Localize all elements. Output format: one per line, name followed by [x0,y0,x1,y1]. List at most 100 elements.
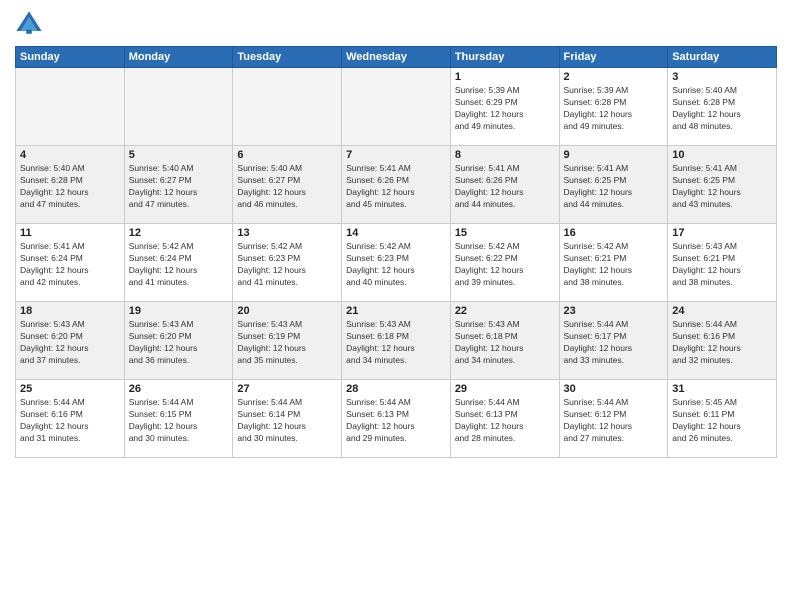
weekday-header-sunday: Sunday [16,47,125,68]
calendar-cell: 20Sunrise: 5:43 AM Sunset: 6:19 PM Dayli… [233,302,342,380]
day-number: 11 [20,227,120,239]
weekday-header-monday: Monday [124,47,233,68]
day-info: Sunrise: 5:43 AM Sunset: 6:20 PM Dayligh… [129,319,229,367]
day-info: Sunrise: 5:41 AM Sunset: 6:25 PM Dayligh… [672,163,772,211]
calendar-cell: 21Sunrise: 5:43 AM Sunset: 6:18 PM Dayli… [342,302,451,380]
day-info: Sunrise: 5:42 AM Sunset: 6:23 PM Dayligh… [237,241,337,289]
day-number: 23 [564,305,664,317]
calendar-cell [124,68,233,146]
day-info: Sunrise: 5:39 AM Sunset: 6:28 PM Dayligh… [564,85,664,133]
day-number: 9 [564,149,664,161]
day-number: 24 [672,305,772,317]
day-number: 13 [237,227,337,239]
day-info: Sunrise: 5:41 AM Sunset: 6:26 PM Dayligh… [346,163,446,211]
calendar-cell: 30Sunrise: 5:44 AM Sunset: 6:12 PM Dayli… [559,380,668,458]
calendar-cell: 15 Sunrise: 5:42 AM Sunset: 6:22 PM Dayli… [450,224,559,302]
calendar-cell [16,68,125,146]
calendar-cell: 27Sunrise: 5:44 AM Sunset: 6:14 PM Dayli… [233,380,342,458]
day-info: Sunrise: 5:44 AM Sunset: 6:13 PM Dayligh… [346,397,446,445]
calendar-cell: 29Sunrise: 5:44 AM Sunset: 6:13 PM Dayli… [450,380,559,458]
calendar-cell: 26 Sunrise: 5:44 AM Sunset: 6:15 PM Dayli… [124,380,233,458]
calendar-cell: 23 Sunrise: 5:44 AM Sunset: 6:17 PM Dayli… [559,302,668,380]
weekday-header-tuesday: Tuesday [233,47,342,68]
weekday-header-row: SundayMondayTuesdayWednesdayThursdayFrid… [16,47,777,68]
day-number: 4 [20,149,120,161]
week-row-2: 11Sunrise: 5:41 AM Sunset: 6:24 PM Dayli… [16,224,777,302]
day-number: 26 [129,383,229,395]
calendar-cell: 16 Sunrise: 5:42 AM Sunset: 6:21 PM Dayli… [559,224,668,302]
day-number: 2 [564,71,664,83]
calendar-cell: 14 Sunrise: 5:42 AM Sunset: 6:23 PM Dayli… [342,224,451,302]
day-number: 20 [237,305,337,317]
week-row-4: 25Sunrise: 5:44 AM Sunset: 6:16 PM Dayli… [16,380,777,458]
calendar-cell: 1 Sunrise: 5:39 AM Sunset: 6:29 PM Daylig… [450,68,559,146]
calendar-cell: 22 Sunrise: 5:43 AM Sunset: 6:18 PM Dayli… [450,302,559,380]
day-number: 12 [129,227,229,239]
day-info: Sunrise: 5:44 AM Sunset: 6:15 PM Dayligh… [129,397,229,445]
day-number: 22 [455,305,555,317]
page: SundayMondayTuesdayWednesdayThursdayFrid… [0,0,792,612]
calendar-cell: 19 Sunrise: 5:43 AM Sunset: 6:20 PM Dayli… [124,302,233,380]
day-info: Sunrise: 5:43 AM Sunset: 6:18 PM Dayligh… [346,319,446,367]
day-info: Sunrise: 5:40 AM Sunset: 6:27 PM Dayligh… [237,163,337,211]
day-info: Sunrise: 5:44 AM Sunset: 6:17 PM Dayligh… [564,319,664,367]
calendar-cell: 6 Sunrise: 5:40 AM Sunset: 6:27 PM Daylig… [233,146,342,224]
day-info: Sunrise: 5:40 AM Sunset: 6:27 PM Dayligh… [129,163,229,211]
week-row-1: 4 Sunrise: 5:40 AM Sunset: 6:28 PM Daylig… [16,146,777,224]
day-number: 17 [672,227,772,239]
calendar-cell: 13 Sunrise: 5:42 AM Sunset: 6:23 PM Dayli… [233,224,342,302]
calendar-cell: 24Sunrise: 5:44 AM Sunset: 6:16 PM Dayli… [668,302,777,380]
day-info: Sunrise: 5:41 AM Sunset: 6:26 PM Dayligh… [455,163,555,211]
day-number: 19 [129,305,229,317]
weekday-header-wednesday: Wednesday [342,47,451,68]
calendar-cell [342,68,451,146]
calendar-cell [233,68,342,146]
day-number: 3 [672,71,772,83]
day-info: Sunrise: 5:41 AM Sunset: 6:25 PM Dayligh… [564,163,664,211]
day-number: 16 [564,227,664,239]
calendar-cell: 7 Sunrise: 5:41 AM Sunset: 6:26 PM Daylig… [342,146,451,224]
logo [15,10,47,38]
day-number: 18 [20,305,120,317]
day-number: 10 [672,149,772,161]
calendar-cell: 5 Sunrise: 5:40 AM Sunset: 6:27 PM Daylig… [124,146,233,224]
day-number: 6 [237,149,337,161]
day-info: Sunrise: 5:42 AM Sunset: 6:21 PM Dayligh… [564,241,664,289]
day-info: Sunrise: 5:40 AM Sunset: 6:28 PM Dayligh… [672,85,772,133]
calendar-cell: 8Sunrise: 5:41 AM Sunset: 6:26 PM Daylig… [450,146,559,224]
day-info: Sunrise: 5:44 AM Sunset: 6:12 PM Dayligh… [564,397,664,445]
day-number: 31 [672,383,772,395]
header [15,10,777,38]
calendar-cell: 3 Sunrise: 5:40 AM Sunset: 6:28 PM Daylig… [668,68,777,146]
day-number: 7 [346,149,446,161]
day-info: Sunrise: 5:45 AM Sunset: 6:11 PM Dayligh… [672,397,772,445]
day-info: Sunrise: 5:44 AM Sunset: 6:14 PM Dayligh… [237,397,337,445]
day-info: Sunrise: 5:43 AM Sunset: 6:18 PM Dayligh… [455,319,555,367]
calendar-cell: 17 Sunrise: 5:43 AM Sunset: 6:21 PM Dayli… [668,224,777,302]
day-info: Sunrise: 5:40 AM Sunset: 6:28 PM Dayligh… [20,163,120,211]
logo-icon [15,10,43,38]
day-number: 28 [346,383,446,395]
day-number: 25 [20,383,120,395]
day-number: 1 [455,71,555,83]
week-row-0: 1 Sunrise: 5:39 AM Sunset: 6:29 PM Daylig… [16,68,777,146]
calendar: SundayMondayTuesdayWednesdayThursdayFrid… [15,46,777,458]
calendar-cell: 2 Sunrise: 5:39 AM Sunset: 6:28 PM Daylig… [559,68,668,146]
day-info: Sunrise: 5:42 AM Sunset: 6:23 PM Dayligh… [346,241,446,289]
day-info: Sunrise: 5:43 AM Sunset: 6:20 PM Dayligh… [20,319,120,367]
day-info: Sunrise: 5:42 AM Sunset: 6:22 PM Dayligh… [455,241,555,289]
day-info: Sunrise: 5:44 AM Sunset: 6:13 PM Dayligh… [455,397,555,445]
day-number: 15 [455,227,555,239]
calendar-cell: 4 Sunrise: 5:40 AM Sunset: 6:28 PM Daylig… [16,146,125,224]
week-row-3: 18 Sunrise: 5:43 AM Sunset: 6:20 PM Dayli… [16,302,777,380]
calendar-cell: 11Sunrise: 5:41 AM Sunset: 6:24 PM Dayli… [16,224,125,302]
day-number: 5 [129,149,229,161]
calendar-cell: 12Sunrise: 5:42 AM Sunset: 6:24 PM Dayli… [124,224,233,302]
day-number: 14 [346,227,446,239]
day-info: Sunrise: 5:39 AM Sunset: 6:29 PM Dayligh… [455,85,555,133]
calendar-cell: 18 Sunrise: 5:43 AM Sunset: 6:20 PM Dayli… [16,302,125,380]
weekday-header-saturday: Saturday [668,47,777,68]
weekday-header-thursday: Thursday [450,47,559,68]
day-info: Sunrise: 5:43 AM Sunset: 6:21 PM Dayligh… [672,241,772,289]
calendar-cell: 28 Sunrise: 5:44 AM Sunset: 6:13 PM Dayli… [342,380,451,458]
